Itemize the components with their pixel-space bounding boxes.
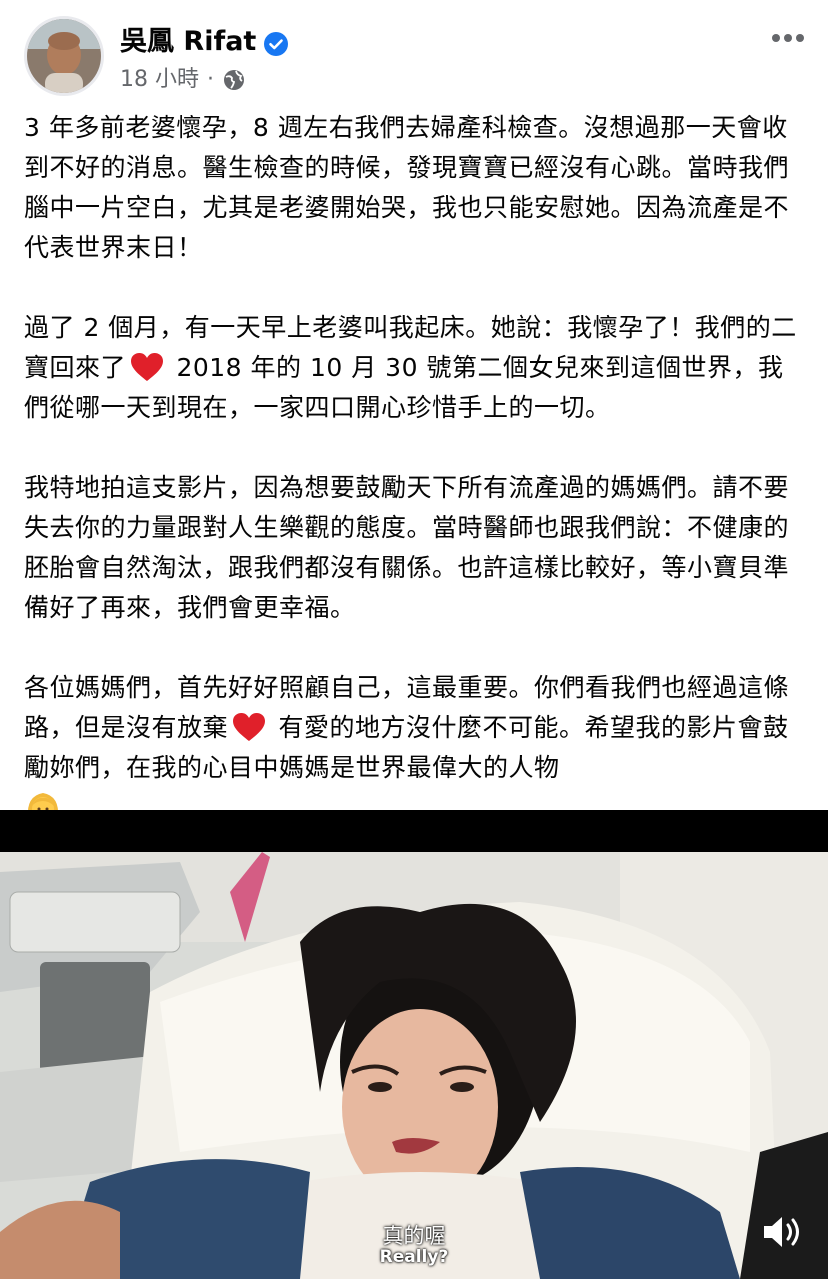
post-time[interactable]: 18 小時 [120,64,199,96]
meta-separator: · [207,67,214,92]
author-name-row: 吳鳳 Rifat [120,24,289,60]
verified-badge-icon [264,30,289,56]
post-header: 吳鳳 Rifat 18 小時 · [0,0,828,108]
video-frame [0,852,828,1279]
paragraph-1: 3 年多前老婆懷孕，8 週左右我們去婦產科檢查。沒想過那一天會收到不好的消息。醫… [24,113,790,262]
post-text: 3 年多前老婆懷孕，8 週左右我們去婦產科檢查。沒想過那一天會收到不好的消息。醫… [24,108,804,870]
subtitle-chinese: 真的喔 [382,1224,446,1248]
paragraph-3: 我特地拍這支影片，因為想要鼓勵天下所有流產過的媽媽們。請不要失去你的力量跟對人生… [24,473,790,622]
red-heart-emoji [232,712,266,742]
video-player[interactable]: 真的喔 Really? [0,810,828,1279]
post-meta: 18 小時 · [120,64,246,96]
more-options-icon[interactable] [770,26,806,50]
author-name[interactable]: 吳鳳 Rifat [120,24,256,60]
globe-icon[interactable] [222,68,246,92]
author-avatar[interactable] [24,16,104,96]
paragraph-4: 各位媽媽們，首先好好照顧自己，這最重要。你們看我們也經過這條路，但是沒有放棄 有… [24,668,804,830]
speaker-icon[interactable] [760,1208,808,1256]
subtitle-english: Really? [379,1247,449,1267]
red-heart-emoji [130,352,164,382]
paragraph-2: 過了 2 個月，有一天早上老婆叫我起床。她說：我懷孕了！我們的二寶回來了 201… [24,308,804,428]
